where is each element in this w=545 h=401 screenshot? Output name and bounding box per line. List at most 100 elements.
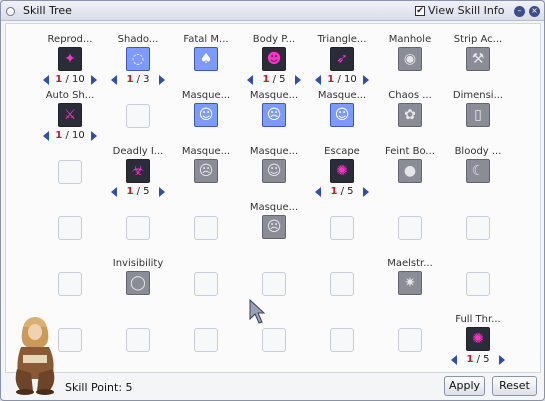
skill-level-current: 1 bbox=[466, 354, 474, 365]
masquerade-enervation-icon[interactable]: ☺ bbox=[194, 103, 218, 127]
level-up-arrow-icon[interactable] bbox=[295, 75, 301, 85]
level-up-arrow-icon[interactable] bbox=[499, 355, 505, 365]
empty-slot bbox=[126, 104, 150, 128]
invisibility-icon[interactable]: ◯ bbox=[126, 271, 150, 295]
escape-icon[interactable]: ✺ bbox=[330, 159, 354, 183]
empty-slot bbox=[330, 272, 354, 296]
auto-shadow-spell-icon[interactable]: ⚔ bbox=[58, 103, 82, 127]
skill-slot-empty bbox=[108, 314, 168, 376]
skill-name: Reprod... bbox=[47, 34, 93, 45]
skill-cell[interactable]: Dimensi... ▯ bbox=[448, 90, 508, 152]
view-skill-info-checkbox[interactable]: ✔ bbox=[415, 6, 425, 16]
skill-cell[interactable]: Deadly I... ☣ 1 / 5 bbox=[108, 146, 168, 208]
skill-slot-empty bbox=[448, 202, 508, 264]
skill-cell[interactable]: Masque... ☹ bbox=[244, 202, 304, 264]
bloody-lust-icon[interactable]: ☾ bbox=[466, 159, 490, 183]
chaos-panic-icon[interactable]: ✿ bbox=[398, 103, 422, 127]
title-bar[interactable]: Skill Tree ✔ View Skill Info – × bbox=[1, 1, 544, 21]
empty-slot bbox=[330, 328, 354, 352]
maelstrom-icon[interactable]: ✷ bbox=[398, 271, 422, 295]
skill-cell[interactable]: Masque... ☹ bbox=[176, 146, 236, 208]
skill-cell[interactable]: Masque... ☹ bbox=[244, 90, 304, 152]
skill-cell[interactable]: Manhole ◉ bbox=[380, 34, 440, 96]
skill-slot-empty bbox=[176, 314, 236, 376]
skill-slot-empty bbox=[312, 258, 372, 320]
deadly-infect-icon[interactable]: ☣ bbox=[126, 159, 150, 183]
skill-name: Invisibility bbox=[112, 258, 164, 269]
empty-slot bbox=[126, 216, 150, 240]
masquerade-laziness-icon[interactable]: ☹ bbox=[194, 159, 218, 183]
skill-cell[interactable]: Invisibility ◯ bbox=[108, 258, 168, 320]
body-painting-icon[interactable]: ☻ bbox=[262, 47, 286, 71]
minimize-button[interactable]: – bbox=[514, 6, 525, 17]
level-up-arrow-icon[interactable] bbox=[159, 187, 165, 197]
skill-level-current: 1 bbox=[126, 186, 134, 197]
dimension-door-icon[interactable]: ▯ bbox=[466, 103, 490, 127]
masquerade-ignorance-icon[interactable]: ☺ bbox=[330, 103, 354, 127]
empty-slot bbox=[398, 328, 422, 352]
skill-name: Masque... bbox=[249, 202, 299, 213]
empty-slot bbox=[58, 272, 82, 296]
empty-slot bbox=[466, 272, 490, 296]
empty-slot bbox=[330, 216, 354, 240]
empty-slot bbox=[58, 160, 82, 184]
masquerade-groomy-icon[interactable]: ☹ bbox=[262, 103, 286, 127]
skill-cell[interactable]: Body P... ☻ 1 / 5 bbox=[244, 34, 304, 96]
skill-slot-empty bbox=[40, 202, 100, 264]
skill-cell[interactable]: Escape ✺ 1 / 5 bbox=[312, 146, 372, 208]
skill-cell[interactable]: Fatal M... ♠ bbox=[176, 34, 236, 96]
character-portrait bbox=[15, 317, 55, 395]
skill-cell[interactable]: Masque... ☺ bbox=[312, 90, 372, 152]
skill-slot-empty bbox=[448, 258, 508, 320]
level-up-arrow-icon[interactable] bbox=[91, 131, 97, 141]
skill-cell[interactable]: Maelstr... ✷ bbox=[380, 258, 440, 320]
skill-name: Auto Sh... bbox=[45, 90, 95, 101]
level-up-arrow-icon[interactable] bbox=[159, 75, 165, 85]
skill-cell[interactable]: Triangle... ➶ 1 / 10 bbox=[312, 34, 372, 96]
manhole-icon[interactable]: ◉ bbox=[398, 47, 422, 71]
apply-button[interactable]: Apply bbox=[444, 376, 485, 396]
shadow-form-icon[interactable]: ◌ bbox=[126, 47, 150, 71]
skill-name: Triangle... bbox=[317, 34, 367, 45]
skill-cell[interactable]: Chaos ... ✿ bbox=[380, 90, 440, 152]
reproduce-icon[interactable]: ✦ bbox=[58, 47, 82, 71]
masquerade-unlucky-icon[interactable]: ☺ bbox=[262, 159, 286, 183]
skill-slot-empty bbox=[108, 90, 168, 152]
fatal-menace-icon[interactable]: ♠ bbox=[194, 47, 218, 71]
view-skill-info-label[interactable]: View Skill Info bbox=[428, 4, 504, 17]
mouse-cursor-icon bbox=[249, 299, 265, 324]
skill-name: Manhole bbox=[388, 34, 432, 45]
triangle-shot-icon[interactable]: ➶ bbox=[330, 47, 354, 71]
skill-cell[interactable]: Full Thr... ✺ 1 / 5 bbox=[448, 314, 508, 376]
skill-cell[interactable]: Strip Ac... ⚒ bbox=[448, 34, 508, 96]
skill-level-max: / 10 bbox=[65, 74, 85, 85]
skill-cell[interactable]: Shado... ◌ 1 / 3 bbox=[108, 34, 168, 96]
skill-cell[interactable]: Reprod... ✦ 1 / 10 bbox=[40, 34, 100, 96]
skill-slot-empty bbox=[312, 202, 372, 264]
empty-slot bbox=[194, 328, 218, 352]
strip-accessory-icon[interactable]: ⚒ bbox=[466, 47, 490, 71]
feint-bomb-icon[interactable]: ● bbox=[398, 159, 422, 183]
skill-level-max: / 10 bbox=[65, 130, 85, 141]
skill-slot-empty bbox=[108, 202, 168, 264]
skill-cell[interactable]: Masque... ☺ bbox=[176, 90, 236, 152]
skill-name: Dimensi... bbox=[452, 90, 504, 101]
skill-cell[interactable]: Masque... ☺ bbox=[244, 146, 304, 208]
window-bullet-icon bbox=[6, 7, 15, 16]
skill-cell[interactable]: Auto Sh... ⚔ 1 / 10 bbox=[40, 90, 100, 152]
masquerade-weakness-icon[interactable]: ☹ bbox=[262, 215, 286, 239]
skill-cell[interactable]: Feint Bo... ● bbox=[380, 146, 440, 208]
skill-cell[interactable]: Bloody ... ☾ bbox=[448, 146, 508, 208]
empty-slot bbox=[194, 272, 218, 296]
skill-name: Masque... bbox=[317, 90, 367, 101]
full-throttle-icon[interactable]: ✺ bbox=[466, 327, 490, 351]
empty-slot bbox=[262, 328, 286, 352]
close-button[interactable]: × bbox=[529, 6, 540, 17]
skill-name: Masque... bbox=[181, 146, 231, 157]
level-up-arrow-icon[interactable] bbox=[363, 187, 369, 197]
reset-button[interactable]: Reset bbox=[492, 376, 537, 396]
skill-name: Maelstr... bbox=[387, 258, 433, 269]
level-up-arrow-icon[interactable] bbox=[91, 75, 97, 85]
empty-slot bbox=[398, 216, 422, 240]
level-up-arrow-icon[interactable] bbox=[363, 75, 369, 85]
